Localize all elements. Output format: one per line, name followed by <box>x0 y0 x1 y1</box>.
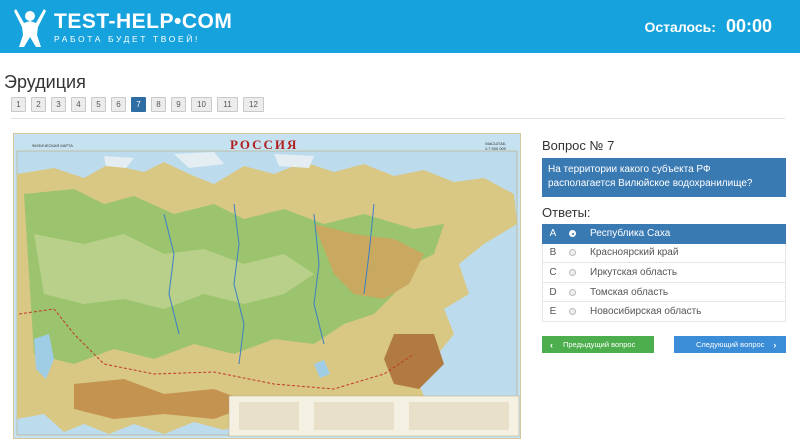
divider <box>11 118 785 119</box>
answer-option-c[interactable]: C Иркутская область <box>542 263 786 283</box>
answer-letter: D <box>549 286 557 298</box>
page-button-6[interactable]: 6 <box>111 97 126 112</box>
radio-icon[interactable] <box>569 288 576 296</box>
prev-question-button[interactable]: ‹ Предыдущий вопрос <box>542 336 654 353</box>
answer-text: Томская область <box>590 286 669 298</box>
answer-letter: A <box>549 228 557 240</box>
question-pager: 1 2 3 4 5 6 7 8 9 10 11 12 <box>11 97 269 112</box>
question-image-map: ФИЗИЧЕСКАЯ КАРТА РОССИЯ МАСШТАБ 1:7 500 … <box>13 133 521 439</box>
page-button-8[interactable]: 8 <box>151 97 166 112</box>
test-title: Эрудиция <box>4 72 86 92</box>
answer-option-a[interactable]: A Республика Саха <box>542 224 786 244</box>
prev-question-label: Предыдущий вопрос <box>563 340 636 349</box>
next-question-button[interactable]: Следующий вопрос › <box>674 336 786 353</box>
answer-text: Иркутская область <box>590 266 678 278</box>
answer-letter: B <box>549 247 557 259</box>
map-scale-value: 1:7 500 000 <box>484 146 506 151</box>
map-title: РОССИЯ <box>230 137 299 152</box>
logo-figure-icon <box>14 9 46 47</box>
answer-text: Красноярский край <box>590 247 679 259</box>
answer-letter: C <box>549 266 557 278</box>
radio-icon[interactable] <box>569 249 576 257</box>
page-button-3[interactable]: 3 <box>51 97 66 112</box>
answer-text: Республика Саха <box>590 228 671 240</box>
header-bar: TEST-HELP•COM РАБОТА БУДЕТ ТВОЕЙ! Остало… <box>0 0 800 53</box>
radio-icon[interactable] <box>569 268 576 276</box>
timer-value: 00:00 <box>725 16 772 36</box>
page-button-1[interactable]: 1 <box>11 97 26 112</box>
page-button-5[interactable]: 5 <box>91 97 106 112</box>
site-logo[interactable]: TEST-HELP•COM РАБОТА БУДЕТ ТВОЕЙ! <box>10 4 232 50</box>
radio-icon[interactable] <box>569 230 576 238</box>
page-button-10[interactable]: 10 <box>191 97 212 112</box>
map-type-label: ФИЗИЧЕСКАЯ КАРТА <box>32 143 73 148</box>
countdown-timer: Осталось: 00:00 <box>645 16 773 37</box>
chevron-left-icon: ‹ <box>550 339 553 350</box>
next-question-label: Следующий вопрос <box>696 340 765 349</box>
answer-letter: E <box>549 306 557 318</box>
map-scale: МАСШТАБ 1:7 500 000 <box>485 141 506 151</box>
question-number: Вопрос № 7 <box>542 138 615 153</box>
page-button-7[interactable]: 7 <box>131 97 146 112</box>
answer-option-e[interactable]: E Новосибирская область <box>542 302 786 322</box>
page-button-9[interactable]: 9 <box>171 97 186 112</box>
answer-option-b[interactable]: B Красноярский край <box>542 243 786 264</box>
answer-text: Новосибирская область <box>590 306 702 318</box>
logo-subtitle: РАБОТА БУДЕТ ТВОЕЙ! <box>54 33 200 44</box>
russia-map-graphic <box>14 134 520 438</box>
question-text: На территории какого субъекта РФ распола… <box>542 158 786 197</box>
logo-title: TEST-HELP•COM <box>54 9 233 33</box>
page-button-12[interactable]: 12 <box>243 97 264 112</box>
answer-list: A Республика Саха B Красноярский край C Иркут… <box>542 224 786 322</box>
timer-label: Осталось: <box>644 19 716 35</box>
page-button-11[interactable]: 11 <box>217 97 238 112</box>
radio-icon[interactable] <box>569 308 576 316</box>
page-button-2[interactable]: 2 <box>31 97 46 112</box>
page-button-4[interactable]: 4 <box>71 97 86 112</box>
answer-option-d[interactable]: D Томская область <box>542 282 786 303</box>
answers-title: Ответы: <box>542 205 591 220</box>
chevron-right-icon: › <box>773 339 777 350</box>
